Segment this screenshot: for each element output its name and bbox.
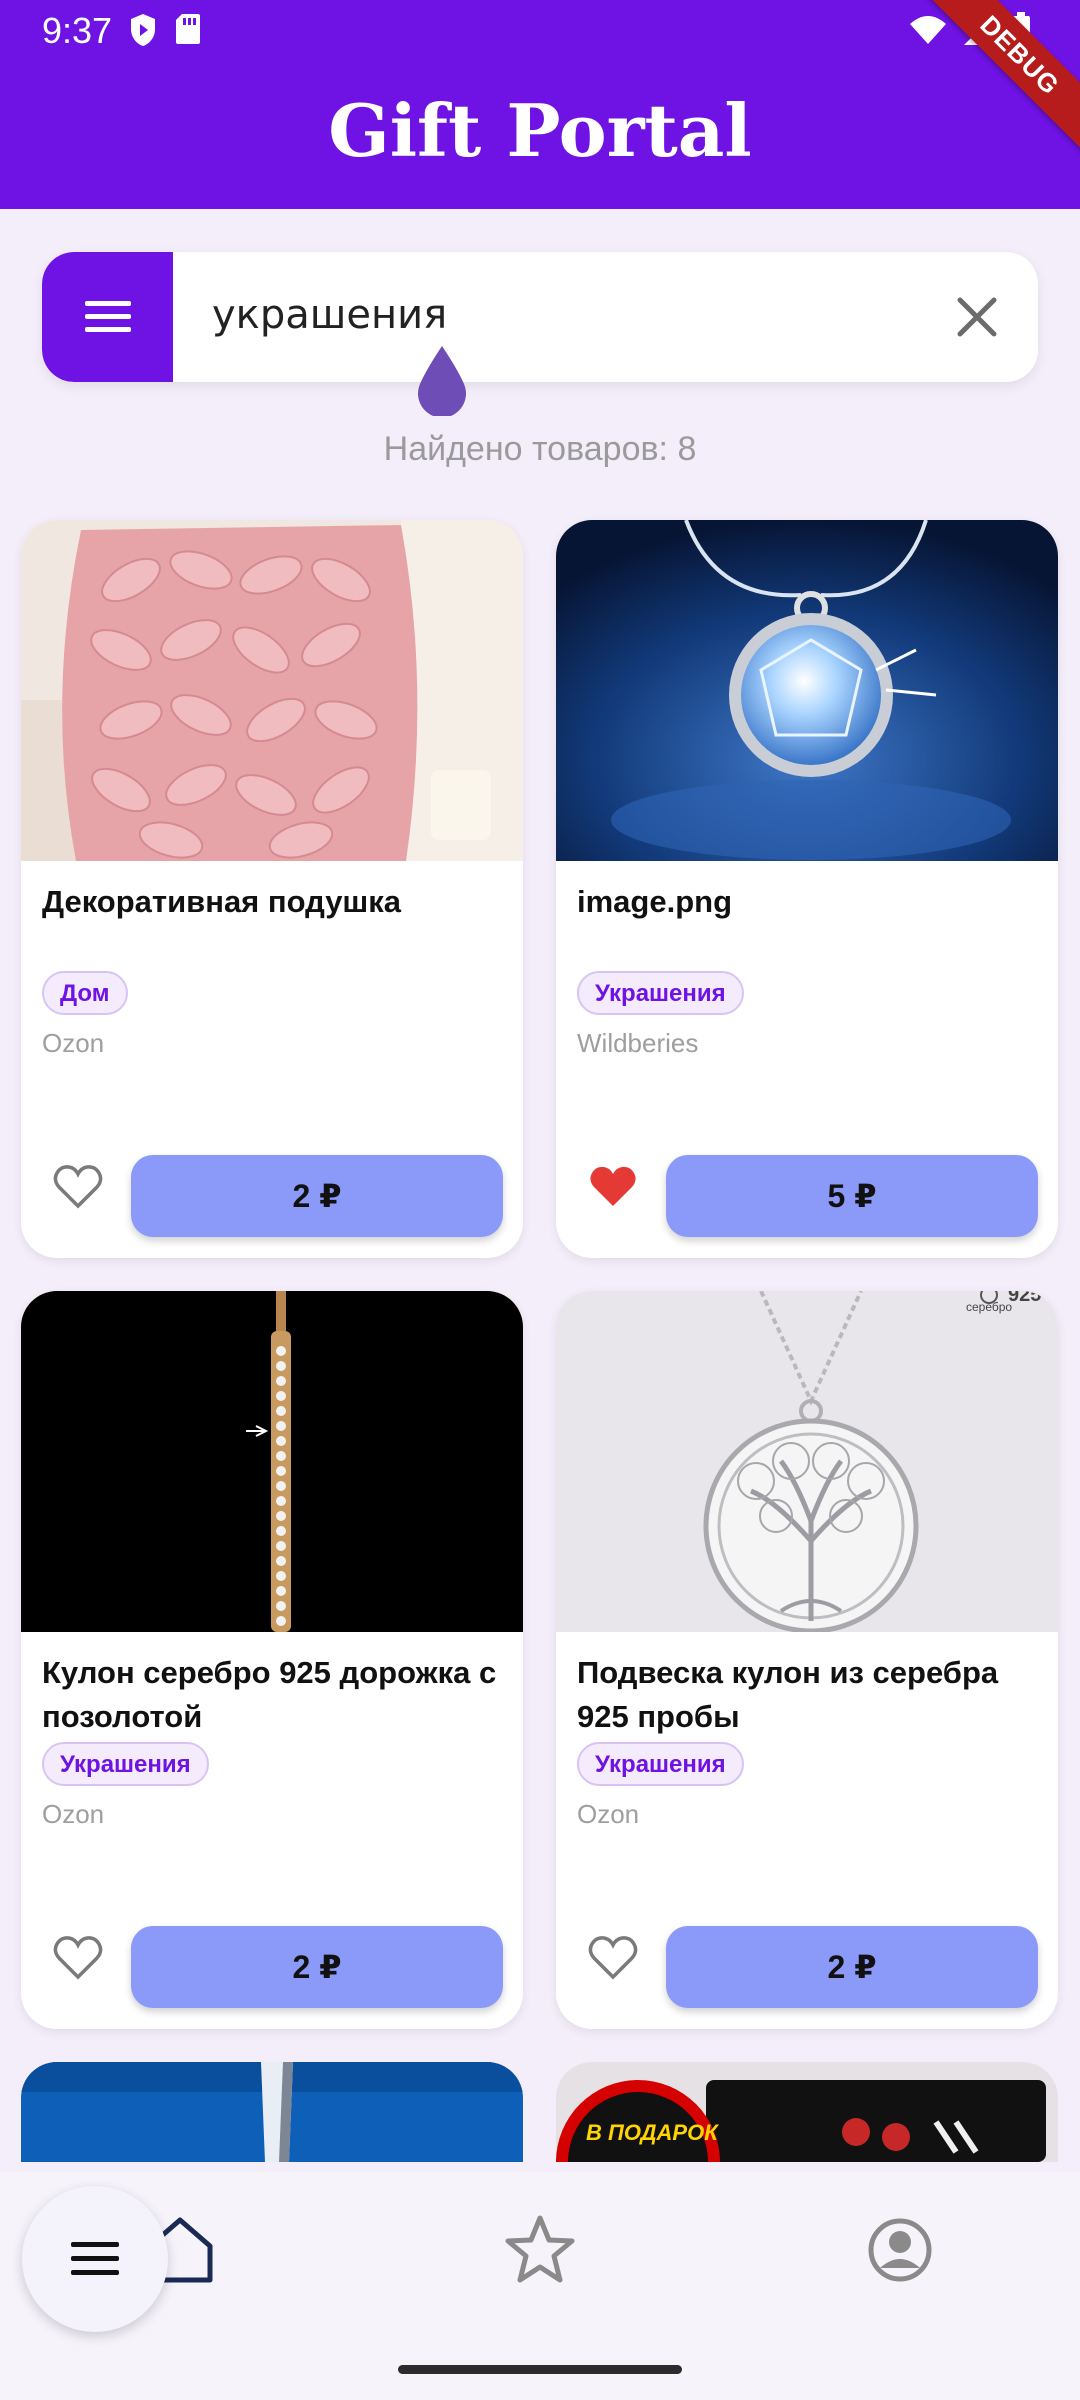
price-button[interactable]: 2 ₽ bbox=[131, 1926, 503, 2008]
product-title: Декоративная подушка bbox=[42, 884, 402, 919]
heart-filled-icon[interactable] bbox=[586, 1160, 640, 1214]
product-image bbox=[21, 520, 523, 861]
product-card[interactable]: В ПОДАРОК bbox=[556, 2062, 1058, 2162]
clear-icon[interactable] bbox=[952, 292, 1002, 342]
heart-outline-icon[interactable] bbox=[586, 1931, 640, 1985]
product-image bbox=[556, 520, 1058, 861]
product-title: image.png bbox=[577, 884, 733, 919]
profile-icon[interactable] bbox=[860, 2210, 940, 2290]
heart-outline-icon[interactable] bbox=[51, 1931, 105, 1985]
price-button[interactable]: 2 ₽ bbox=[131, 1155, 503, 1237]
product-title: Кулон серебро 925 дорожка с позолотой bbox=[42, 1655, 497, 1734]
pendant-tag-sub: серебро bbox=[966, 1300, 1012, 1314]
text-cursor-handle[interactable] bbox=[412, 344, 472, 416]
store-label: Ozon bbox=[42, 1028, 105, 1058]
price-button[interactable]: 5 ₽ bbox=[666, 1155, 1038, 1237]
app-bar: 9:37 Gift Portal DEBUG bbox=[0, 0, 1080, 209]
product-card[interactable]: image.png Украшения Wildberies 5 ₽ bbox=[556, 520, 1058, 1258]
status-time: 9:37 bbox=[42, 10, 113, 51]
store-label: Ozon bbox=[42, 1799, 105, 1829]
product-image bbox=[21, 1291, 523, 1632]
category-chip: Украшения bbox=[577, 971, 744, 1015]
promo-badge-text: В ПОДАРОК bbox=[586, 2120, 719, 2145]
product-card[interactable]: 925 серебро Подвеска кулон из серебра 92… bbox=[556, 1291, 1058, 2029]
category-chip: Дом bbox=[42, 971, 128, 1015]
category-chip: Украшения bbox=[577, 1742, 744, 1786]
search-input[interactable]: украшения bbox=[212, 292, 447, 338]
product-title: Подвеска кулон из серебра 925 пробы bbox=[577, 1655, 999, 1734]
store-label: Wildberies bbox=[577, 1028, 699, 1058]
menu-fab[interactable] bbox=[22, 2186, 168, 2332]
category-chip: Украшения bbox=[42, 1742, 209, 1786]
star-icon[interactable] bbox=[500, 2210, 580, 2290]
product-card[interactable] bbox=[21, 2062, 523, 2162]
status-icons-left bbox=[128, 12, 202, 48]
product-image: 925 серебро bbox=[556, 1291, 1058, 1632]
menu-icon bbox=[71, 2242, 119, 2275]
pendant-tag: 925 bbox=[1008, 1291, 1041, 1306]
store-label: Ozon bbox=[577, 1799, 640, 1829]
app-title: Gift Portal bbox=[328, 88, 752, 173]
results-count: Найдено товаров: 8 bbox=[383, 430, 697, 468]
product-image bbox=[21, 2062, 523, 2162]
heart-outline-icon[interactable] bbox=[51, 1160, 105, 1214]
product-card[interactable]: Кулон серебро 925 дорожка с позолотой Ук… bbox=[21, 1291, 523, 2029]
wifi-icon bbox=[910, 16, 946, 44]
sd-card-icon bbox=[176, 14, 200, 44]
menu-icon bbox=[84, 301, 131, 332]
product-card[interactable]: Декоративная подушка Дом Ozon 2 ₽ bbox=[21, 520, 523, 1258]
search-bar: украшения bbox=[42, 252, 1038, 382]
price-button[interactable]: 2 ₽ bbox=[666, 1926, 1038, 2008]
shield-play-icon bbox=[131, 14, 155, 46]
gesture-home-indicator[interactable] bbox=[398, 2365, 682, 2374]
product-image: В ПОДАРОК bbox=[556, 2062, 1058, 2162]
filter-menu-button[interactable] bbox=[42, 252, 173, 382]
